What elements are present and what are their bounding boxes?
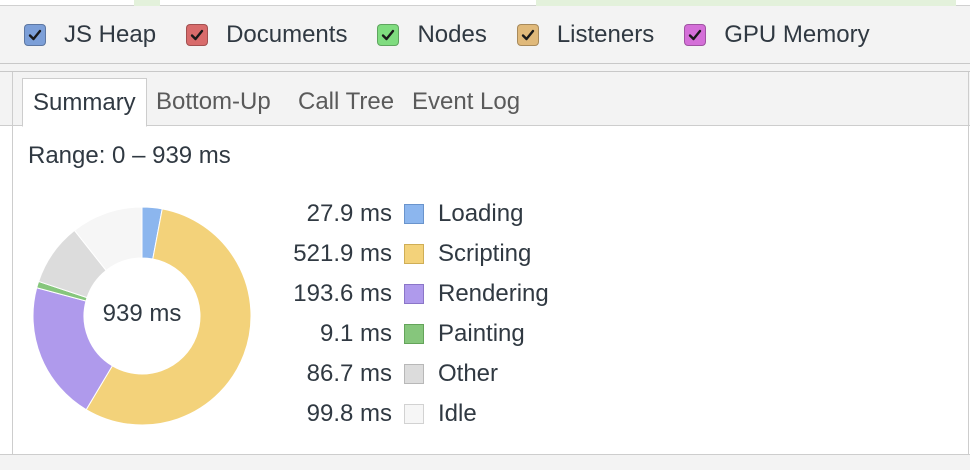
- checkmark-icon: [382, 29, 395, 40]
- counter-label: Listeners: [556, 20, 655, 48]
- details-left-border: [12, 72, 13, 470]
- counter-checkbox-js-heap[interactable]: JS Heap: [24, 21, 156, 49]
- counter-checkbox-nodes[interactable]: Nodes: [377, 20, 487, 49]
- legend-swatch: [404, 324, 424, 344]
- counter-checkbox-gpu-memory[interactable]: GPU Memory: [684, 20, 870, 49]
- tab-bottom-up[interactable]: Bottom-Up: [146, 78, 281, 126]
- legend-name: Painting: [438, 320, 525, 347]
- legend-row-other: 86.7 ms Other: [260, 356, 600, 396]
- legend-value: 86.7 ms: [306, 360, 392, 387]
- legend-name: Rendering: [438, 280, 549, 307]
- counter-checkbox-listeners[interactable]: Listeners: [516, 20, 655, 49]
- legend-row-painting: 9.1 ms Painting: [260, 316, 600, 356]
- legend-row-rendering: 193.6 ms Rendering: [260, 276, 600, 316]
- tab-event-log[interactable]: Event Log: [402, 78, 530, 126]
- legend-row-scripting: 521.9 ms Scripting: [260, 236, 600, 276]
- legend-name: Scripting: [438, 240, 532, 267]
- memory-counters-bar: JS Heap Documents Nodes Listeners GPU Memory: [0, 6, 970, 64]
- performance-panel: JS Heap Documents Nodes Listeners GPU Memory…: [0, 0, 970, 470]
- legend-swatch: [404, 404, 424, 424]
- details-right-border: [968, 72, 969, 470]
- donut-total-label: 939 ms: [102, 300, 182, 327]
- checkmark-icon: [190, 29, 204, 40]
- counter-label: Documents: [226, 20, 348, 48]
- legend-value: 99.8 ms: [306, 400, 392, 427]
- details-tab-bar: Summary Bottom-Up Call Tree Event Log: [0, 72, 970, 127]
- legend-name: Loading: [438, 200, 524, 227]
- checkmark-icon: [521, 29, 535, 40]
- checkbox-icon[interactable]: [516, 23, 539, 46]
- tab-summary[interactable]: Summary: [22, 78, 147, 127]
- checkbox-icon[interactable]: [24, 23, 46, 46]
- checkmark-icon: [28, 29, 42, 40]
- legend-swatch: [404, 244, 424, 264]
- counter-label: GPU Memory: [724, 20, 870, 48]
- legend-name: Other: [438, 360, 499, 387]
- checkbox-icon[interactable]: [377, 23, 400, 46]
- legend-name: Idle: [438, 400, 477, 427]
- counter-label: JS Heap: [64, 20, 157, 48]
- legend-swatch: [404, 284, 424, 304]
- counter-label: Nodes: [417, 20, 487, 48]
- range-label: Range: 0 – 939 ms: [28, 142, 231, 169]
- legend-swatch: [404, 364, 424, 384]
- category-legend: 27.9 ms Loading 521.9 ms Scripting 193.6 ms R…: [260, 196, 600, 436]
- legend-swatch: [404, 204, 424, 224]
- counter-checkbox-documents[interactable]: Documents: [186, 21, 347, 49]
- legend-row-idle: 99.8 ms Idle: [260, 396, 600, 436]
- checkbox-icon[interactable]: [684, 23, 707, 46]
- counters-divider: [0, 64, 970, 72]
- bottom-status-strip: [0, 454, 970, 470]
- legend-value: 9.1 ms: [319, 320, 392, 347]
- legend-value: 193.6 ms: [293, 280, 392, 307]
- legend-row-loading: 27.9 ms Loading: [260, 196, 600, 236]
- checkbox-icon[interactable]: [186, 23, 209, 46]
- legend-value: 27.9 ms: [306, 200, 392, 227]
- checkmark-icon: [689, 29, 702, 40]
- tab-call-tree[interactable]: Call Tree: [288, 78, 404, 126]
- legend-value: 521.9 ms: [293, 240, 392, 267]
